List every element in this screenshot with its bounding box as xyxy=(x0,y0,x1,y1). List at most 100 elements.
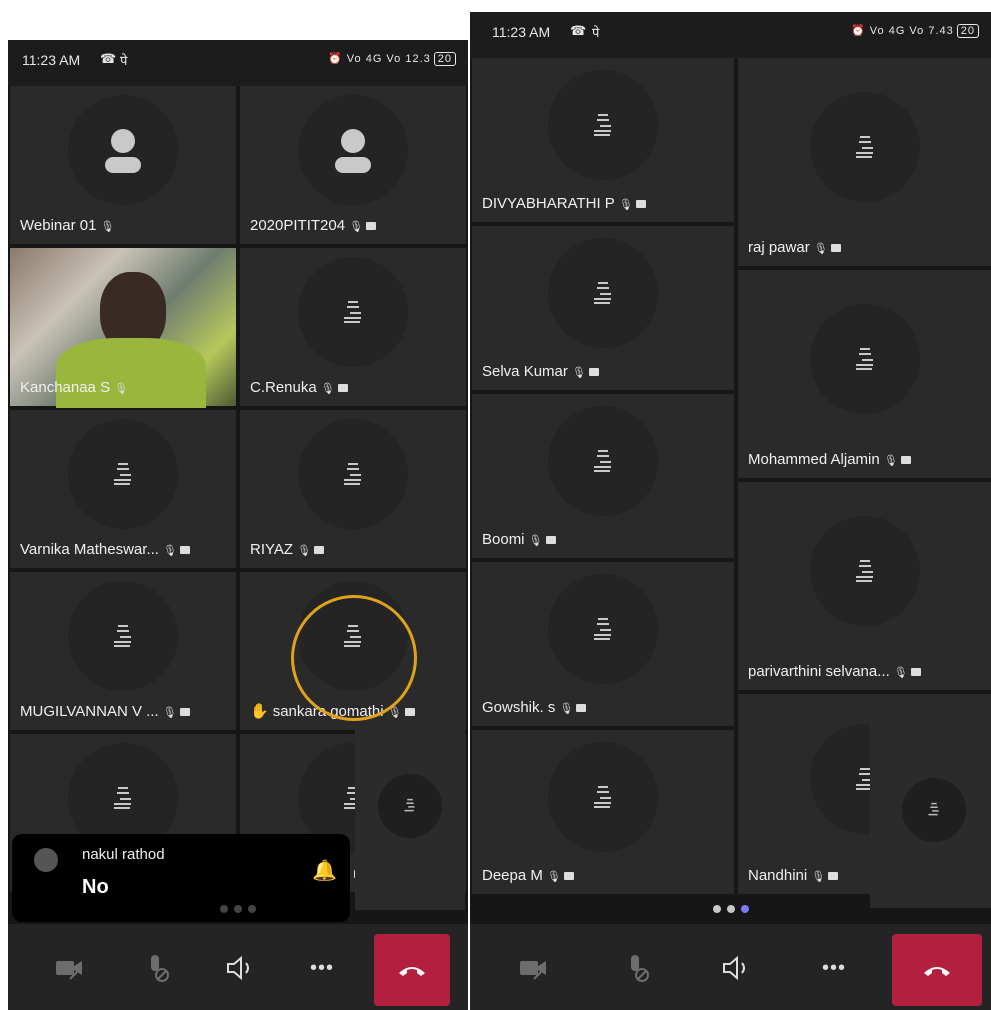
participant-avatar-icon xyxy=(298,419,408,529)
participant-name: Boomi 🎙 xyxy=(482,531,556,548)
end-call-button[interactable] xyxy=(892,934,982,1006)
mic-muted-icon: 🎙 xyxy=(320,383,335,395)
call-status-icon: ☎ xyxy=(100,51,117,66)
participant-name: Mohammed Aljamin 🎙 xyxy=(748,451,911,468)
participant-avatar-icon xyxy=(809,304,920,414)
mic-muted-icon: 🎙 xyxy=(559,703,574,715)
toast-name: nakul rathod xyxy=(82,846,165,863)
participant-avatar-icon xyxy=(68,581,178,691)
participant-tile[interactable]: RIYAZ 🎙 xyxy=(240,410,466,568)
more-icon[interactable]: ••• xyxy=(298,944,346,992)
mic-muted-icon: 🎙 xyxy=(811,871,826,883)
page-dot xyxy=(726,905,735,913)
mic-muted-icon: 🎙 xyxy=(297,545,312,557)
participant-name: MUGILVANNAN V ... 🎙 xyxy=(20,703,190,720)
self-view[interactable] xyxy=(355,726,465,910)
participant-tile[interactable]: Webinar 01 🎙 xyxy=(10,86,236,244)
participant-avatar-icon xyxy=(548,406,658,516)
participant-tile[interactable]: Varnika Matheswar... 🎙 xyxy=(10,410,236,568)
camera-off-small-icon xyxy=(576,704,587,713)
network-indicators: ⏰ Vo 4G Vo 12.3 20 xyxy=(328,52,456,66)
participant-tile[interactable]: DIVYABHARATHI P 🎙 xyxy=(472,58,734,222)
speaker-icon[interactable] xyxy=(712,944,760,992)
mic-off-icon[interactable] xyxy=(612,944,660,992)
participant-avatar-icon xyxy=(809,516,920,626)
more-icon[interactable]: ••• xyxy=(810,944,858,992)
raised-hand-icon: ✋ xyxy=(250,703,269,720)
camera-off-small-icon xyxy=(828,872,839,881)
participant-tile[interactable]: Deepa M 🎙 xyxy=(472,730,734,894)
camera-off-small-icon xyxy=(635,200,646,209)
participant-tile[interactable]: Mohammed Aljamin 🎙 xyxy=(738,270,991,478)
mic-muted-icon: 🎙 xyxy=(883,455,898,467)
camera-off-small-icon xyxy=(404,708,415,717)
participant-name: Selva Kumar 🎙 xyxy=(482,363,599,380)
toast-message: No xyxy=(82,876,109,898)
status-bar: 11:23 AM ☎ पे ⏰ Vo 4G Vo 12.3 20 xyxy=(8,40,468,86)
mic-muted-icon: 🎙 xyxy=(528,535,543,547)
camera-off-small-icon xyxy=(830,244,841,253)
participant-avatar-icon xyxy=(548,574,658,684)
hindi-glyph: पे xyxy=(592,25,600,40)
participant-avatar-icon xyxy=(809,92,920,202)
end-call-button[interactable] xyxy=(374,934,450,1006)
avatar-icon xyxy=(34,848,58,872)
call-controls: ••• xyxy=(8,924,468,1010)
page-indicator xyxy=(470,900,991,918)
page-dot xyxy=(712,905,721,913)
person-avatar-icon xyxy=(298,95,408,205)
participant-tile[interactable]: raj pawar 🎙 xyxy=(738,58,991,266)
call-controls: ••• xyxy=(470,924,991,1010)
participant-name: Varnika Matheswar... 🎙 xyxy=(20,541,190,558)
participant-tile[interactable]: Boomi 🎙 xyxy=(472,394,734,558)
speaker-highlight-ring xyxy=(291,595,417,721)
participant-avatar-icon xyxy=(548,238,658,348)
participant-name: Kanchanaa S 🎙 xyxy=(20,379,129,396)
participant-tile[interactable]: 2020PITIT204 🎙 xyxy=(240,86,466,244)
right-phone-screen: 11:23 AM ☎ पे ⏰ Vo 4G Vo 7.43 20 DIVYABHA… xyxy=(470,12,991,1010)
battery-icon: 20 xyxy=(433,52,456,66)
camera-off-small-icon xyxy=(910,668,921,677)
participant-tile[interactable]: Kanchanaa S 🎙 xyxy=(10,248,236,408)
mic-off-icon[interactable] xyxy=(132,944,180,992)
camera-off-small-icon xyxy=(545,536,556,545)
participant-tile[interactable]: Selva Kumar 🎙 xyxy=(472,226,734,390)
participant-avatar-icon xyxy=(548,70,658,180)
camera-off-small-icon xyxy=(179,546,190,555)
participant-name: DIVYABHARATHI P 🎙 xyxy=(482,195,646,212)
self-view[interactable] xyxy=(870,710,991,908)
participant-video-body xyxy=(56,338,206,408)
camera-off-icon[interactable] xyxy=(510,944,558,992)
camera-off-icon[interactable] xyxy=(46,944,94,992)
notification-icon[interactable]: 🔔 xyxy=(312,858,337,883)
speaker-icon[interactable] xyxy=(216,944,264,992)
camera-off-small-icon xyxy=(314,546,325,555)
mic-muted-icon: 🎙 xyxy=(114,383,129,395)
camera-off-small-icon xyxy=(179,708,190,717)
participant-tile[interactable]: C.Renuka 🎙 xyxy=(240,248,466,406)
mic-muted-icon: 🎙 xyxy=(813,243,828,255)
mic-muted-icon: 🎙 xyxy=(618,199,633,211)
left-phone-screen: 11:23 AM ☎ पे ⏰ Vo 4G Vo 12.3 20 Webinar … xyxy=(8,40,468,1010)
page-indicator xyxy=(8,900,468,918)
participant-tile[interactable]: MUGILVANNAN V ... 🎙 xyxy=(10,572,236,730)
participant-name: C.Renuka 🎙 xyxy=(250,379,348,396)
mic-muted-icon: 🎙 xyxy=(162,707,177,719)
participant-avatar-icon xyxy=(298,257,408,367)
participant-name: Nandhini 🎙 xyxy=(748,867,839,884)
participant-name: parivarthini selvana... 🎙 xyxy=(748,663,921,680)
participant-avatar-icon xyxy=(68,419,178,529)
camera-off-small-icon xyxy=(366,222,377,231)
participant-name: Gowshik. s 🎙 xyxy=(482,699,587,716)
battery-icon: 20 xyxy=(956,24,979,38)
participant-tile[interactable]: Gowshik. s 🎙 xyxy=(472,562,734,726)
network-indicators: ⏰ Vo 4G Vo 7.43 20 xyxy=(851,24,979,38)
person-avatar-icon xyxy=(68,95,178,205)
status-time: 11:23 AM xyxy=(22,52,81,68)
participant-name: RIYAZ 🎙 xyxy=(250,541,325,558)
camera-off-small-icon xyxy=(563,872,574,881)
camera-off-small-icon xyxy=(900,456,911,465)
camera-off-small-icon xyxy=(337,384,348,393)
participant-avatar-icon xyxy=(548,742,658,852)
participant-tile[interactable]: parivarthini selvana... 🎙 xyxy=(738,482,991,690)
